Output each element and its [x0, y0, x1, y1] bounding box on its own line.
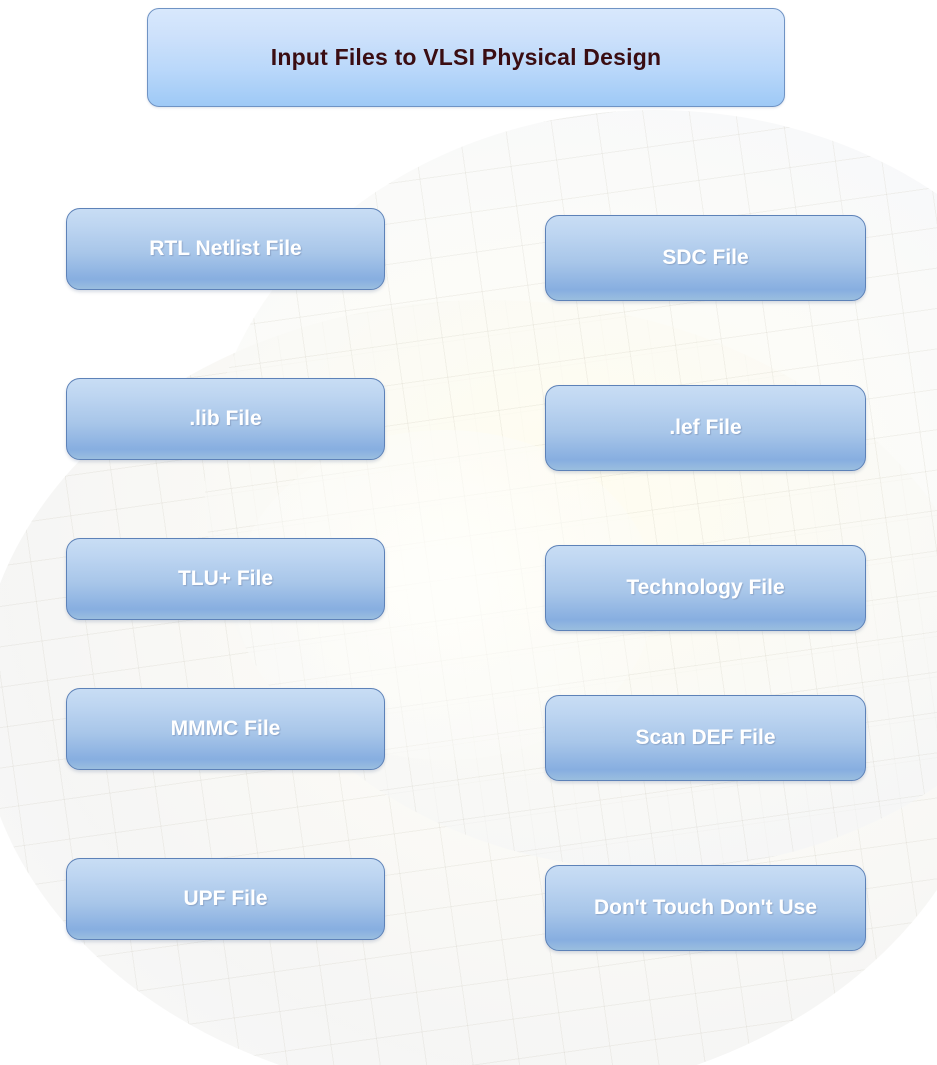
page-title: Input Files to VLSI Physical Design: [270, 44, 662, 70]
file-box-mmmc[interactable]: MMMC File: [66, 688, 385, 770]
file-box-label: Scan DEF File: [635, 726, 776, 749]
file-box-label: TLU+ File: [177, 567, 274, 590]
file-box-label: MMMC File: [170, 717, 281, 740]
file-box-dont-touch-dont-use[interactable]: Don't Touch Don't Use: [545, 865, 866, 951]
file-box-tlu-plus[interactable]: TLU+ File: [66, 538, 385, 620]
file-box-label: SDC File: [662, 246, 749, 269]
file-box-upf[interactable]: UPF File: [66, 858, 385, 940]
file-box-label: Don't Touch Don't Use: [593, 896, 818, 919]
file-box-label: RTL Netlist File: [149, 237, 302, 260]
file-box-label: UPF File: [183, 887, 268, 910]
file-box-label: .lef File: [669, 416, 742, 439]
page-title-banner: Input Files to VLSI Physical Design: [147, 8, 785, 107]
file-box-rtl-netlist[interactable]: RTL Netlist File: [66, 208, 385, 290]
file-box-lib[interactable]: .lib File: [66, 378, 385, 460]
file-box-label: .lib File: [189, 407, 262, 430]
file-box-scan-def[interactable]: Scan DEF File: [545, 695, 866, 781]
file-box-label: Technology File: [626, 576, 785, 599]
diagram-canvas: Input Files to VLSI Physical Design RTL …: [0, 0, 937, 1065]
file-box-technology[interactable]: Technology File: [545, 545, 866, 631]
file-box-sdc[interactable]: SDC File: [545, 215, 866, 301]
file-box-lef[interactable]: .lef File: [545, 385, 866, 471]
